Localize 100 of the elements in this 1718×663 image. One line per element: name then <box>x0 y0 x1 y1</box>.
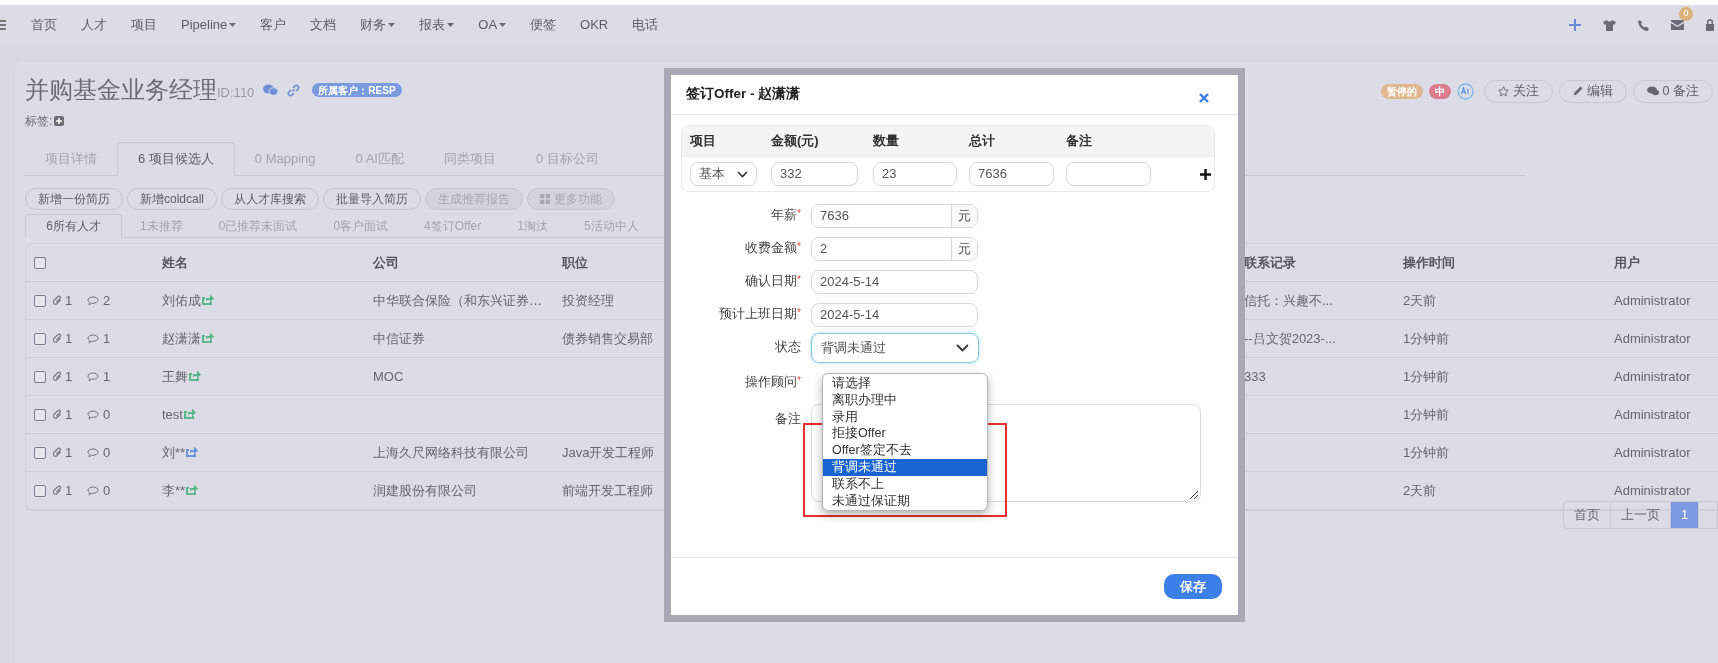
phone-icon[interactable] <box>1638 19 1649 31</box>
candidate-name[interactable]: 刘** <box>162 442 186 463</box>
dropdown-option[interactable]: 未通过保证期 <box>823 492 987 510</box>
shirt-icon[interactable] <box>1603 19 1616 31</box>
dropdown-option[interactable]: 拒接Offer <box>823 425 987 443</box>
share-icon[interactable] <box>183 407 196 419</box>
nav-item[interactable]: 财务 <box>360 15 396 35</box>
unit-label: 元 <box>951 204 977 227</box>
amount-field[interactable]: 332 <box>771 162 858 186</box>
item-select[interactable]: 基本 <box>690 162 757 186</box>
company-text: 中信证券 <box>373 329 425 348</box>
user-text: Administrator <box>1614 405 1691 424</box>
lock-icon[interactable] <box>1706 19 1714 31</box>
nav-item[interactable]: 客户 <box>260 15 287 35</box>
paperclip-icon <box>53 333 62 344</box>
dropdown-option[interactable]: 联系不上 <box>823 475 987 493</box>
comment-count: 1 <box>103 367 111 386</box>
unit-label: 元 <box>951 237 977 260</box>
caret-icon <box>388 23 396 27</box>
save-button[interactable]: 保存 <box>1164 574 1222 599</box>
candidate-name[interactable]: 刘佑成 <box>162 290 201 311</box>
checkbox[interactable] <box>34 484 46 497</box>
required-mark: * <box>797 240 801 253</box>
dropdown-option[interactable]: 请选择 <box>823 375 987 392</box>
comments-icon <box>1646 86 1659 96</box>
total-field[interactable]: 7636 <box>969 162 1054 186</box>
share-icon[interactable] <box>202 331 214 343</box>
candidate-name[interactable]: 王舞 <box>162 366 188 387</box>
comment-icon <box>87 333 99 344</box>
caret-icon <box>229 23 237 27</box>
column-header: 职位 <box>562 253 588 272</box>
comment-count: 0 <box>103 481 111 500</box>
dropdown-option[interactable]: 离职办理中 <box>823 391 987 409</box>
nav-item[interactable]: 报表 <box>419 15 455 35</box>
field-label: 备注 <box>775 411 801 428</box>
text-field[interactable]: 2024-5-14 <box>811 269 978 294</box>
add-icon[interactable] <box>1199 168 1211 180</box>
company-text: 中华联合保险（和东兴证券… <box>373 291 542 310</box>
dropdown-option[interactable]: 录用 <box>823 408 987 426</box>
attachment-count: 1 <box>65 291 74 310</box>
candidate-name[interactable]: 赵潇潇 <box>162 328 201 349</box>
status-badge: 暂停的 <box>1380 83 1423 99</box>
comment-icon <box>87 447 99 458</box>
candidate-name[interactable]: 李** <box>162 480 186 501</box>
user-text: Administrator <box>1614 329 1691 348</box>
mail-icon[interactable] <box>1671 20 1684 30</box>
checkbox[interactable] <box>34 446 46 459</box>
filter-tab[interactable]: 6所有人才 <box>25 214 122 238</box>
nav-item[interactable]: 文档 <box>310 15 337 35</box>
share-icon[interactable] <box>186 445 199 457</box>
share-icon[interactable] <box>202 293 214 305</box>
menu-icon[interactable] <box>0 20 6 30</box>
status-badge: 中 <box>1428 83 1451 99</box>
nav-item[interactable]: 项目 <box>131 15 157 35</box>
status-select[interactable]: 背调未通过 <box>811 332 979 363</box>
text-field[interactable]: 7636 元 <box>811 203 978 228</box>
share-icon[interactable] <box>189 369 201 381</box>
nav-item[interactable]: Pipeline <box>181 15 237 35</box>
nav-item[interactable]: 便签 <box>530 15 557 35</box>
checkbox[interactable] <box>34 332 46 345</box>
text-field[interactable]: 2 元 <box>811 236 978 261</box>
comment-count: 0 <box>103 443 111 462</box>
pagination-button[interactable]: 首页 <box>1564 502 1611 528</box>
comment-icon <box>87 409 99 420</box>
checkbox[interactable] <box>34 256 46 269</box>
nav-item[interactable]: 电话 <box>632 15 659 35</box>
quantity-field[interactable]: 23 <box>873 162 957 186</box>
nav-item[interactable]: OA <box>478 15 507 35</box>
note-field[interactable] <box>1066 162 1151 186</box>
share-icon[interactable] <box>186 483 199 495</box>
dropdown-option[interactable]: Offer签定不去 <box>823 442 987 459</box>
text-field[interactable]: 2024-5-14 <box>811 302 978 327</box>
close-icon[interactable] <box>1199 92 1209 103</box>
caret-icon <box>447 23 455 27</box>
checkbox[interactable] <box>34 408 46 421</box>
nav-item[interactable]: 首页 <box>31 15 57 35</box>
column-header: 项目 <box>690 132 717 151</box>
attachment-count: 1 <box>65 367 74 386</box>
required-mark: * <box>797 306 801 319</box>
ai-icon[interactable] <box>1456 82 1474 100</box>
plus-icon[interactable] <box>1569 19 1581 31</box>
nav-item[interactable]: 人才 <box>81 15 107 35</box>
add-tag-icon[interactable] <box>54 116 65 126</box>
checkbox[interactable] <box>34 370 46 383</box>
checkbox[interactable] <box>34 294 46 307</box>
pagination-button[interactable]: 1 <box>1671 502 1700 528</box>
user-text: Administrator <box>1614 291 1691 310</box>
candidate-name[interactable]: test <box>162 404 183 425</box>
tab[interactable]: 6 项目候选人 <box>117 142 235 176</box>
nav-item[interactable]: OKR <box>580 15 609 35</box>
dropdown-option[interactable]: 背调未通过 <box>823 459 987 476</box>
chat-icon[interactable] <box>263 84 279 96</box>
notification-badge: 0 <box>1679 7 1693 21</box>
project-id: ID:110 <box>217 83 255 102</box>
user-text: Administrator <box>1614 481 1691 500</box>
column-header: 数量 <box>873 132 900 151</box>
link-icon[interactable] <box>287 83 301 97</box>
attachment-count: 1 <box>65 405 74 424</box>
time-text: 2天前 <box>1403 291 1437 310</box>
time-text: 1分钟前 <box>1403 367 1450 386</box>
